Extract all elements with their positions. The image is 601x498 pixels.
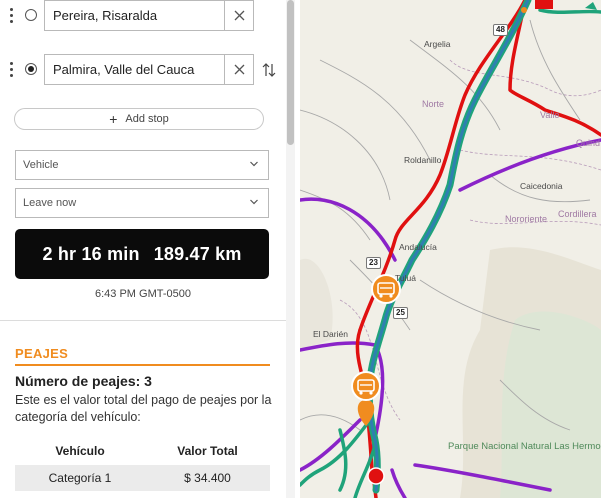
arrival-time: 6:43 PM GMT-0500: [95, 288, 191, 300]
route-shield-25: 25: [393, 307, 408, 319]
map-label-quind: Quind: [576, 138, 601, 148]
stop-radio-destination[interactable]: [25, 63, 37, 75]
tolls-title: PEAJES: [15, 346, 69, 361]
panel-scrollbar-thumb[interactable]: [287, 0, 294, 145]
departure-time-value: Leave now: [23, 197, 77, 209]
route-shield-48: 48: [493, 24, 508, 36]
swap-stops-icon[interactable]: [262, 62, 276, 78]
clear-destination-button[interactable]: [224, 55, 253, 84]
destination-input-value: Palmira, Valle del Cauca: [53, 62, 195, 77]
route-summary: 2 hr 16 min 189.47 km: [15, 229, 269, 279]
map-label-norte: Norte: [422, 99, 445, 109]
map-view[interactable]: Argelia Norte Valle Quind Roldanillo Cai…: [300, 0, 601, 498]
map-label-valle: Valle: [540, 110, 560, 120]
route-distance: 189.47 km: [153, 243, 242, 264]
destination-input[interactable]: Palmira, Valle del Cauca: [44, 54, 254, 85]
origin-input-value: Pereira, Risaralda: [53, 8, 158, 23]
close-icon: [234, 64, 244, 75]
directions-panel: Pereira, Risaralda Palmira, Valle del Ca…: [0, 0, 300, 498]
stop-row-destination: Palmira, Valle del Cauca: [0, 54, 286, 86]
map-label-argelia: Argelia: [424, 39, 451, 49]
map-label-tulua: Tuluá: [395, 273, 416, 283]
stop-radio-origin[interactable]: [25, 9, 37, 21]
vehicle-select-value: Vehicle: [23, 159, 59, 171]
map-canvas: [300, 0, 601, 498]
drag-handle-icon[interactable]: [8, 8, 14, 24]
vehicle-select[interactable]: Vehicle: [15, 150, 269, 180]
map-label-parque: Parque Nacional Natural Las Hermosas: [448, 441, 601, 452]
route-shield-23: 23: [366, 257, 381, 269]
clear-origin-button[interactable]: [224, 1, 253, 30]
column-header-total: Valor Total: [177, 444, 238, 458]
route-duration: 2 hr 16 min: [42, 243, 140, 264]
map-label-cordillera: Cordillera: [558, 209, 597, 219]
map-label-andalucia: Andalucía: [399, 242, 437, 252]
map-label-el-darien: El Darién: [313, 329, 348, 339]
origin-input[interactable]: Pereira, Risaralda: [44, 0, 254, 31]
divider: [0, 320, 286, 321]
tolls-title-underline: [15, 364, 270, 366]
chevron-down-icon: [250, 161, 258, 167]
toll-table-header: Vehículo Valor Total: [15, 444, 270, 462]
map-label-caicedonia: Caicedonia: [520, 181, 563, 191]
map-label-roldanillo: Roldanillo: [404, 155, 442, 165]
table-cell-amount: $ 34.400: [184, 471, 231, 485]
toll-description: Este es el valor total del pago de peaje…: [15, 393, 272, 424]
add-stop-label: Add stop: [125, 113, 169, 125]
table-row: Categoría 1 $ 34.400: [15, 465, 270, 491]
stop-row-origin: Pereira, Risaralda: [0, 0, 286, 32]
close-icon: [234, 10, 244, 21]
toll-count: Número de peajes: 3: [15, 373, 152, 389]
table-cell-category: Categoría 1: [48, 471, 112, 485]
chevron-down-icon: [250, 199, 258, 205]
departure-time-select[interactable]: Leave now: [15, 188, 269, 218]
plus-icon: +: [109, 111, 118, 127]
column-header-vehicle: Vehículo: [55, 444, 105, 458]
add-stop-button[interactable]: + Add stop: [14, 108, 264, 130]
toll-marker-icon[interactable]: [351, 371, 381, 426]
map-label-nororiente: Nororiente: [505, 214, 548, 224]
drag-handle-icon[interactable]: [8, 62, 14, 78]
